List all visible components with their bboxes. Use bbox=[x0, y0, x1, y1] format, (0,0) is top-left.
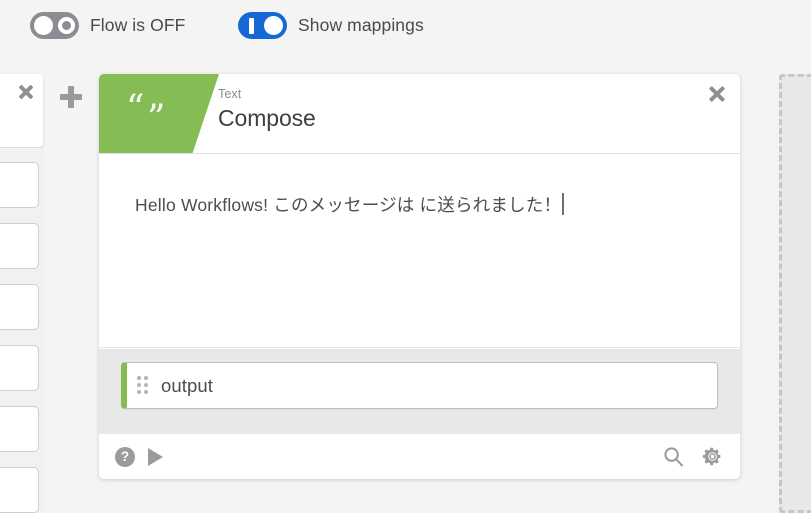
close-icon bbox=[17, 83, 35, 101]
drop-zone-placeholder[interactable] bbox=[779, 74, 811, 513]
list-item[interactable] bbox=[0, 223, 39, 269]
card-footer: ? bbox=[99, 434, 740, 479]
output-section: output bbox=[99, 349, 740, 434]
show-mappings-toggle-label: Show mappings bbox=[298, 15, 424, 36]
card-kicker: Text bbox=[218, 88, 316, 102]
top-toolbar: Flow is OFF Show mappings bbox=[0, 0, 811, 56]
quote-close-glyph: ” bbox=[147, 101, 165, 137]
compose-text-value: Hello Workflows! このメッセージは に送られました！ bbox=[135, 195, 561, 215]
compose-card-close-button[interactable] bbox=[708, 85, 726, 103]
page-title: Compose bbox=[218, 104, 316, 133]
footer-left-actions: ? bbox=[115, 447, 163, 467]
compose-text-area[interactable]: Hello Workflows! このメッセージは に送られました！ bbox=[99, 153, 740, 348]
text-caret bbox=[562, 193, 564, 215]
list-item[interactable] bbox=[0, 284, 39, 330]
list-item[interactable] bbox=[0, 162, 39, 208]
toggle-knob-right bbox=[264, 16, 283, 35]
quote-open-glyph: “ bbox=[126, 91, 144, 127]
card-header-text: Text Compose bbox=[218, 88, 316, 133]
list-item[interactable] bbox=[0, 467, 39, 513]
flow-toggle-group[interactable]: Flow is OFF bbox=[30, 12, 185, 39]
list-item[interactable] bbox=[0, 406, 39, 452]
toggle-bar-left bbox=[249, 18, 254, 34]
flow-toggle-switch[interactable] bbox=[30, 12, 79, 39]
app-canvas: Flow is OFF Show mappings “ bbox=[0, 0, 811, 513]
previous-card[interactable] bbox=[0, 74, 43, 147]
flow-toggle-label: Flow is OFF bbox=[90, 15, 185, 36]
card-header: “ ” Text Compose bbox=[99, 74, 740, 153]
previous-card-fields bbox=[0, 147, 43, 513]
close-icon bbox=[708, 85, 726, 103]
help-circle-icon[interactable]: ? bbox=[115, 447, 135, 467]
output-field-label: output bbox=[161, 375, 213, 397]
drag-handle-dots-icon[interactable] bbox=[137, 376, 149, 396]
footer-right-actions bbox=[663, 446, 723, 467]
quote-marks-icon: “ ” bbox=[99, 74, 219, 153]
toggle-ring-right bbox=[58, 17, 75, 34]
add-step-button[interactable] bbox=[60, 86, 82, 108]
previous-card-close-button[interactable] bbox=[17, 83, 35, 101]
show-mappings-toggle-group[interactable]: Show mappings bbox=[238, 12, 424, 39]
gear-icon[interactable] bbox=[702, 446, 723, 467]
play-icon[interactable] bbox=[148, 448, 163, 466]
show-mappings-toggle-switch[interactable] bbox=[238, 12, 287, 39]
output-field[interactable]: output bbox=[121, 362, 718, 409]
search-icon[interactable] bbox=[663, 446, 684, 467]
compose-card: “ ” Text Compose Hello Workflows! このメッセー… bbox=[99, 74, 740, 479]
list-item[interactable] bbox=[0, 345, 39, 391]
toggle-knob-left bbox=[34, 16, 53, 35]
